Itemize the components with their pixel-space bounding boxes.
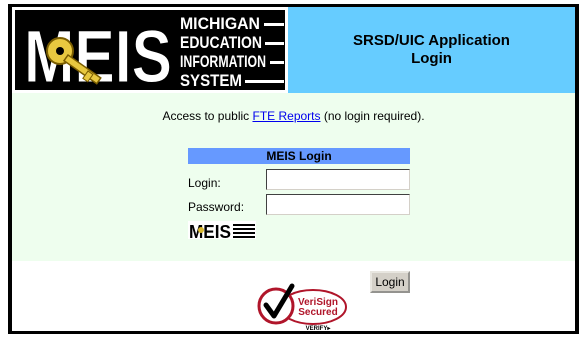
verisign-badge[interactable]: VeriSign Secured VERIFY▸ [256,279,348,333]
verisign-seal-icon: VeriSign Secured VERIFY▸ [257,283,347,332]
verisign-verify: VERIFY▸ [306,326,332,332]
app-title-line2: Login [411,50,452,67]
login-input[interactable] [266,169,410,190]
meis-mini-logo: MEIS [188,221,256,241]
app-title: SRSD/UIC Application Login [353,32,510,68]
public-access-text: Access to public FTE Reports (no login r… [12,109,575,123]
login-label: Login: [188,176,221,190]
logo-word-education: EDUCATION [180,33,262,52]
logo-word-michigan: MICHIGAN [180,14,260,33]
login-button[interactable]: Login [370,271,410,293]
logo-word-information: INFORMATION [180,52,266,71]
mini-logo-letters: MEIS [189,222,231,241]
password-input[interactable] [266,194,410,215]
app-title-line1: SRSD/UIC Application [353,32,510,49]
login-form-title: MEIS Login [188,148,410,164]
meis-logo: MEIS MICHIGAN EDUCATION INFORMATION SYST… [12,7,288,99]
header: MEIS MICHIGAN EDUCATION INFORMATION SYST… [12,7,575,99]
meis-logo-graphic: MEIS MICHIGAN EDUCATION INFORMATION SYST… [15,10,285,99]
login-form: MEIS Login Login: Password: MEIS Login [188,148,410,293]
access-suffix: (no login required). [320,109,425,123]
page-frame: MEIS MICHIGAN EDUCATION INFORMATION SYST… [8,4,579,334]
fte-reports-link[interactable]: FTE Reports [252,109,320,123]
logo-word-system: SYSTEM [180,71,242,90]
main-content: Access to public FTE Reports (no login r… [12,93,575,293]
password-label: Password: [188,200,245,214]
verisign-line2: Secured [298,307,337,318]
access-prefix: Access to public [162,109,253,123]
app-title-area: SRSD/UIC Application Login [288,7,575,93]
